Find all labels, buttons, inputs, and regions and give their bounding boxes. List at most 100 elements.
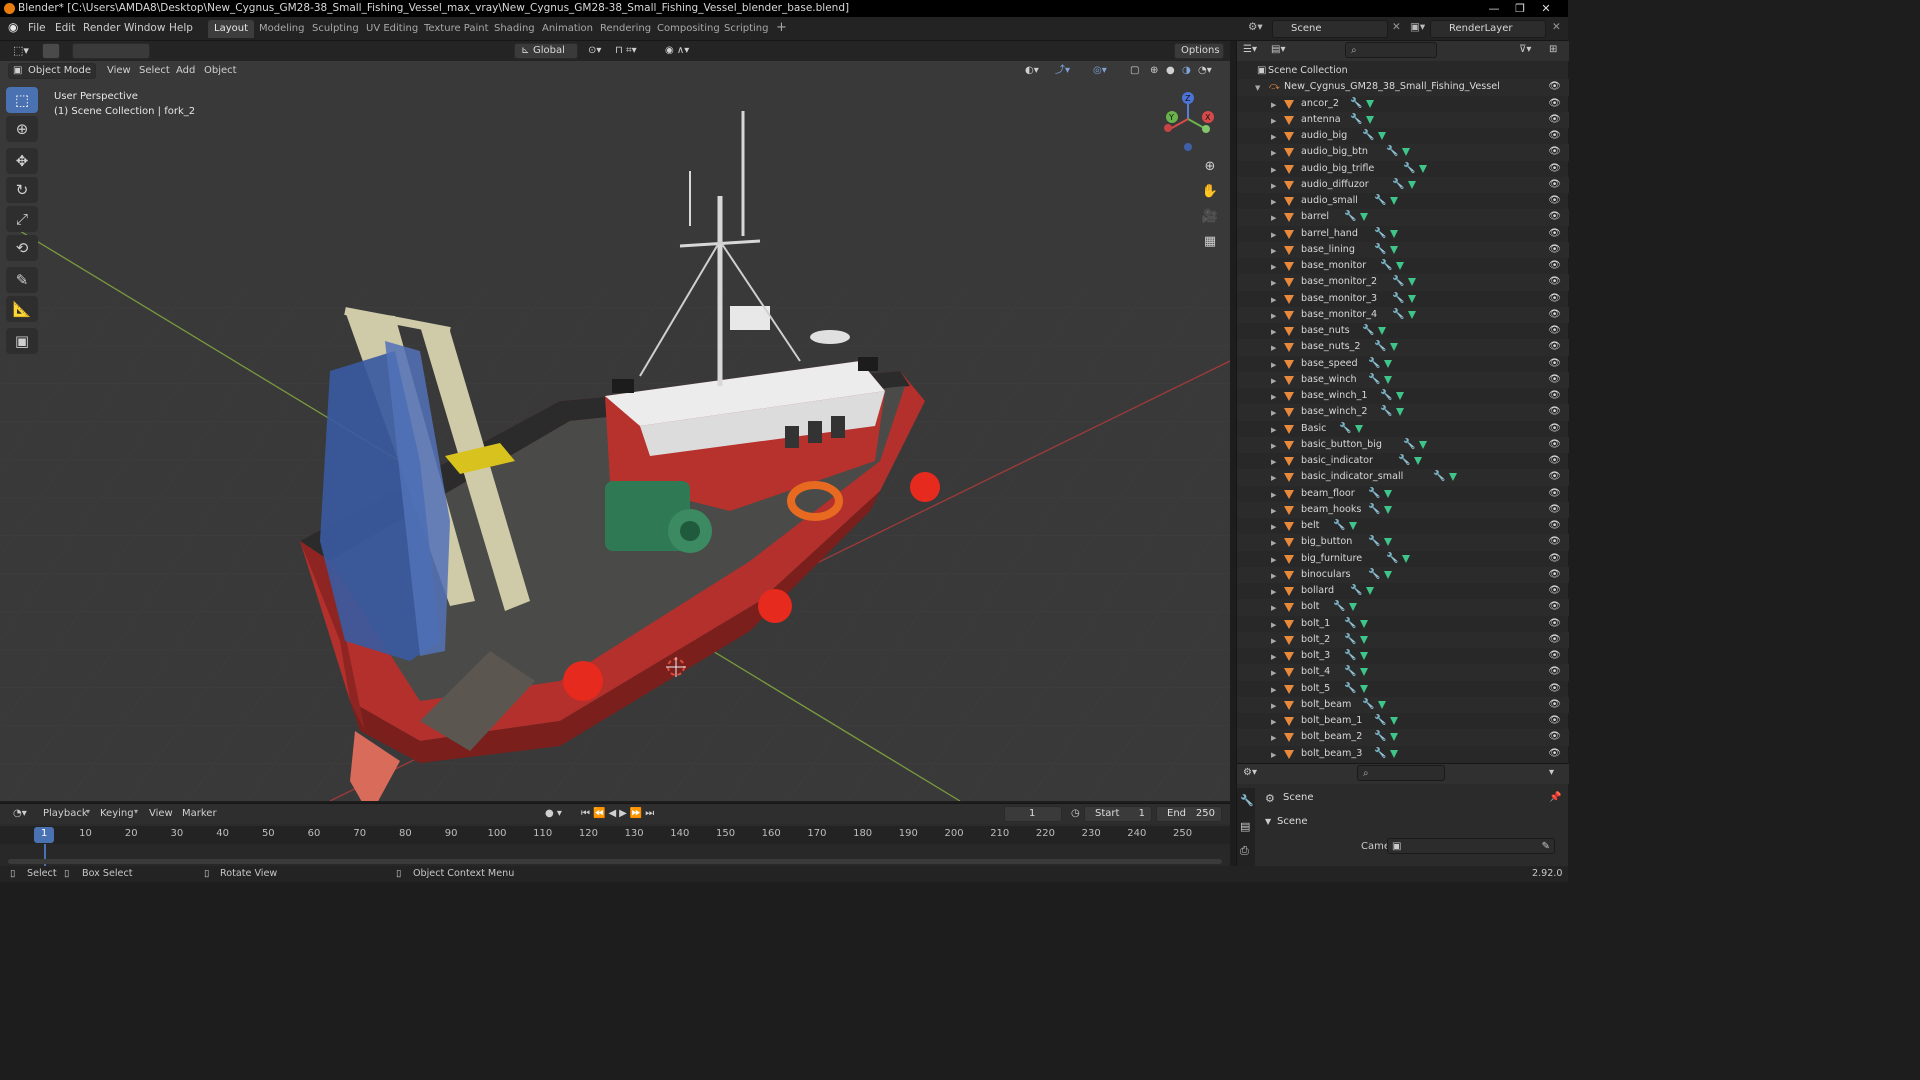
mesh-data-icon[interactable] [1360,619,1368,628]
scene-selector[interactable]: Scene [1272,20,1388,38]
scene-browse-icon[interactable]: ⚙▾ [1248,21,1263,33]
menu-add[interactable]: Add [171,63,200,79]
outliner-item[interactable]: ▶ audio_diffuzor 🔧 👁 [1237,176,1569,194]
move-tool[interactable]: ✥ [6,148,38,174]
outliner-item[interactable]: ▶ binoculars 🔧 👁 [1237,566,1569,583]
expand-arrow-icon[interactable]: ▶ [1271,649,1276,665]
overlay-toggle-icon[interactable]: ◎▾ [1088,63,1112,79]
minimize-button[interactable]: — [1482,0,1506,17]
expand-arrow-icon[interactable]: ▶ [1271,178,1276,194]
modifier-wrench-icon[interactable]: 🔧 [1374,713,1386,729]
mesh-data-icon[interactable] [1408,180,1416,189]
mesh-data-icon[interactable] [1360,652,1368,660]
visibility-eye-icon[interactable]: 👁 [1548,242,1561,258]
outliner-item[interactable]: ▶ beam_floor 🔧 👁 [1237,486,1569,502]
mesh-data-icon[interactable] [1414,457,1422,465]
modifier-wrench-icon[interactable]: 🔧 [1362,323,1374,339]
visibility-eye-icon[interactable]: 👁 [1548,144,1561,160]
outliner-item[interactable]: ▶ audio_big_btn 🔧 👁 [1237,144,1569,161]
modifier-wrench-icon[interactable]: 🔧 [1380,404,1392,420]
mesh-data-icon[interactable] [1366,587,1374,595]
outliner-item[interactable]: ▶ Basic 🔧 👁 [1237,421,1569,437]
visibility-eye-icon[interactable]: 👁 [1548,746,1561,762]
properties-panel[interactable]: ⚙▾ ⌕ ▾ 🔧 ▤ ⎙ ⚙ Scene 📌 ▼ Scene Camera ▣ … [1236,763,1569,870]
mesh-data-icon[interactable] [1396,262,1404,270]
visibility-eye-icon[interactable]: 👁 [1548,599,1561,615]
eyedropper-icon[interactable]: ✎ [1542,839,1550,855]
menu-keying[interactable]: Keying [95,806,139,822]
visibility-eye-icon[interactable]: 👁 [1548,128,1561,144]
outliner-item[interactable]: ▶ beam_hooks 🔧 👁 [1237,501,1569,518]
outliner-item[interactable]: ▶ base_winch 🔧 👁 [1237,371,1569,389]
mesh-data-icon[interactable] [1419,164,1427,173]
tab-rendering[interactable]: Rendering [594,20,657,38]
modifier-wrench-icon[interactable]: 🔧 [1368,502,1380,518]
mesh-data-icon[interactable] [1378,132,1386,140]
modifier-wrench-icon[interactable]: 🔧 [1374,226,1386,242]
visibility-eye-icon[interactable]: 👁 [1548,551,1561,567]
mesh-data-icon[interactable] [1396,408,1404,417]
tab-compositing[interactable]: Compositing [651,20,726,38]
record-icon[interactable]: ● ▾ [540,806,567,822]
mesh-data-icon[interactable] [1384,505,1392,514]
expand-arrow-icon[interactable]: ▶ [1271,438,1276,454]
outliner-item[interactable]: ▶ bolt_4 🔧 👁 [1237,664,1569,681]
visibility-eye-icon[interactable]: 👁 [1548,96,1561,112]
select-tool-button[interactable] [42,43,60,59]
outliner-item[interactable]: ▶ base_monitor_3 🔧 👁 [1237,291,1569,307]
expand-arrow-icon[interactable]: ▶ [1271,535,1276,551]
expand-arrow-icon[interactable]: ▶ [1271,470,1276,486]
modifier-wrench-icon[interactable]: 🔧 [1333,599,1345,615]
visibility-eye-icon[interactable]: 👁 [1548,502,1561,518]
visibility-eye-icon[interactable]: 👁 [1548,453,1561,469]
timeline-ruler[interactable]: 1 10 20 30 40 50 60 70 80 90 100 110 120 130 140 150 160… [0,826,1230,844]
outliner-item[interactable]: ▶ audio_big_trifle 🔧 👁 [1237,161,1569,177]
expand-arrow-icon[interactable]: ▶ [1271,373,1276,389]
modifier-wrench-icon[interactable]: 🔧 [1374,746,1386,762]
mesh-data-icon[interactable] [1408,310,1416,319]
mesh-data-icon[interactable] [1408,278,1416,287]
expand-arrow-icon[interactable]: ▶ [1271,227,1276,243]
outliner-panel[interactable]: ☰▾ ▤▾ ⌕ ⊽▾ ⊞ ▣ Scene Collection ▼ ⤼ New_… [1236,41,1569,763]
snap-icon[interactable]: ⊓ ⌗▾ [610,43,642,59]
add-cube-tool[interactable]: ▣ [6,328,38,354]
transform-orientation-dropdown[interactable]: ⊾ Global [514,43,578,59]
outliner-item[interactable]: ▶ bolt_beam 🔧 👁 [1237,696,1569,713]
outliner-item[interactable]: ▶ bolt 🔧 👁 [1237,599,1569,616]
visibility-eye-icon[interactable]: 👁 [1548,567,1561,583]
navigation-gizmo[interactable]: Z X Y [1156,91,1220,155]
visibility-eye-icon[interactable]: 👁 [1548,79,1561,95]
menu-render[interactable]: Render [83,22,120,34]
visibility-eye-icon[interactable]: 👁 [1548,534,1561,550]
outliner-item[interactable]: ▶ bolt_5 🔧 👁 [1237,681,1569,697]
expand-arrow-icon[interactable]: ▶ [1271,584,1276,600]
menu-file[interactable]: File [28,22,46,34]
output-tab-icon[interactable]: ⎙ [1240,844,1249,858]
expand-arrow-icon[interactable]: ▶ [1271,243,1276,259]
modifier-wrench-icon[interactable]: 🔧 [1333,518,1345,534]
visibility-eye-icon[interactable]: 👁 [1548,274,1561,290]
mesh-data-icon[interactable] [1390,733,1398,742]
expand-arrow-icon[interactable]: ▶ [1271,422,1276,438]
view-layer-icon[interactable]: ▣▾ [1410,21,1425,33]
mesh-data-icon[interactable] [1419,440,1427,449]
properties-search-input[interactable]: ⌕ [1357,765,1445,781]
playback-dropdown-icon[interactable]: ▾ [86,807,90,816]
expand-arrow-icon[interactable]: ▶ [1271,633,1276,649]
tab-layout[interactable]: Layout [208,20,254,38]
mesh-data-icon[interactable] [1366,115,1374,124]
mesh-data-icon[interactable] [1360,668,1368,677]
visibility-eye-icon[interactable]: 👁 [1548,616,1561,632]
modifier-wrench-icon[interactable]: 🔧 [1374,729,1386,745]
visibility-icon[interactable]: ◐▾ [1020,63,1044,79]
outliner-editor-icon[interactable]: ☰▾ [1243,44,1257,55]
outliner-item[interactable]: ▶ bolt_beam_2 🔧 👁 [1237,729,1569,746]
visibility-eye-icon[interactable]: 👁 [1548,404,1561,420]
outliner-item[interactable]: ▶ basic_button_big 🔧 👁 [1237,436,1569,454]
menu-view[interactable]: View [102,63,136,79]
outliner-item[interactable]: ▶ big_button 🔧 👁 [1237,534,1569,551]
expand-arrow-icon[interactable]: ▶ [1271,600,1276,616]
tab-uv-editing[interactable]: UV Editing [360,20,424,38]
modifier-wrench-icon[interactable]: 🔧 [1344,681,1356,697]
visibility-eye-icon[interactable]: 👁 [1548,648,1561,664]
